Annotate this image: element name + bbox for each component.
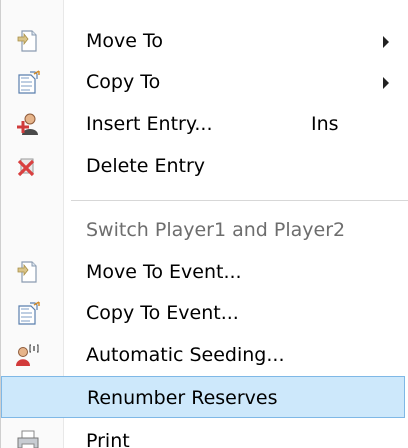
menu-item-move-to-event[interactable]: Move To Event... [1, 251, 408, 293]
move-to-event-icon [15, 259, 41, 285]
menu-separator [71, 200, 408, 201]
menu-item-label: Renumber Reserves [87, 387, 278, 409]
menu-item-label: Copy To [86, 71, 161, 93]
menu-item-label: Switch Player1 and Player2 [86, 219, 346, 241]
menu-item-switch-players: Switch Player1 and Player2 [1, 209, 408, 251]
context-menu: Move To Copy To Insert Entry... Ins Dele… [0, 0, 408, 448]
menu-item-label: Copy To Event... [86, 302, 239, 324]
copy-to-event-icon [15, 300, 41, 326]
menu-item-copy-to[interactable]: Copy To [1, 61, 408, 103]
menu-item-automatic-seeding[interactable]: Automatic Seeding... [1, 334, 408, 376]
menu-item-label: Delete Entry [86, 155, 206, 177]
insert-entry-icon [15, 111, 41, 137]
delete-entry-icon [15, 153, 41, 179]
automatic-seeding-icon [15, 342, 41, 368]
menu-item-label: Print [86, 430, 130, 448]
copy-to-icon [15, 69, 41, 95]
menu-item-print[interactable]: Print [1, 420, 408, 448]
menu-item-delete-entry[interactable]: Delete Entry [1, 145, 408, 187]
submenu-arrow-icon [383, 77, 389, 89]
menu-item-copy-to-event[interactable]: Copy To Event... [1, 292, 408, 334]
menu-item-label: Move To [86, 30, 163, 52]
menu-item-label: Insert Entry... [86, 113, 213, 135]
menu-item-move-to[interactable]: Move To [1, 20, 408, 62]
print-icon [15, 428, 41, 448]
shortcut-label: Ins [311, 113, 339, 135]
submenu-arrow-icon [383, 36, 389, 48]
menu-item-renumber-reserves[interactable]: Renumber Reserves [1, 376, 405, 418]
menu-item-insert-entry[interactable]: Insert Entry... Ins [1, 103, 408, 145]
menu-item-label: Automatic Seeding... [86, 344, 285, 366]
menu-item-label: Move To Event... [86, 261, 242, 283]
move-to-icon [15, 28, 41, 54]
